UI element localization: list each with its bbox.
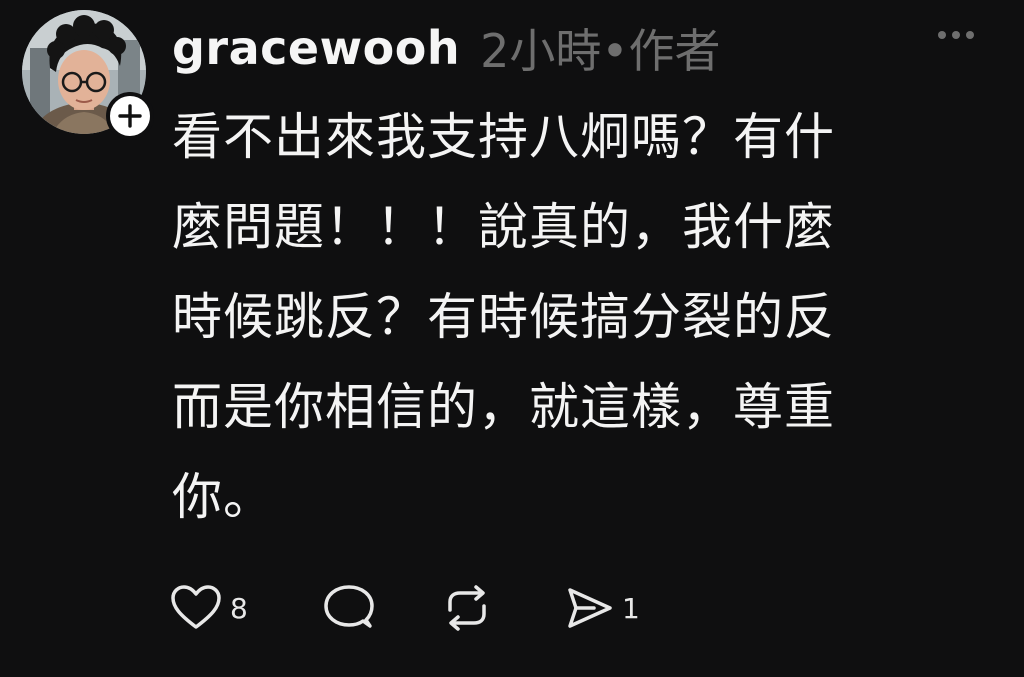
share-count: 1 — [622, 591, 640, 625]
action-bar: 8 1 — [170, 578, 666, 638]
plus-icon — [118, 104, 142, 128]
username[interactable]: gracewooh — [172, 21, 460, 75]
comment-button[interactable] — [324, 584, 442, 632]
post-meta: 2小時•作者 — [480, 15, 720, 81]
meta-separator: • — [601, 24, 629, 78]
follow-button[interactable] — [106, 92, 154, 140]
like-count: 8 — [230, 591, 248, 625]
heart-icon — [171, 585, 221, 629]
post-header: gracewooh 2小時•作者 — [172, 12, 721, 84]
share-button[interactable]: 1 — [566, 586, 666, 630]
send-icon — [568, 588, 612, 628]
comment-bubble-icon — [324, 585, 374, 628]
author-label: 作者 — [628, 24, 721, 78]
post-time: 2小時 — [480, 24, 602, 78]
more-options-button[interactable] — [928, 18, 984, 52]
repost-button[interactable] — [442, 584, 566, 632]
repost-icon — [448, 585, 486, 631]
more-horizontal-icon — [938, 31, 974, 39]
avatar-container — [22, 10, 154, 140]
like-button[interactable]: 8 — [170, 585, 324, 631]
post-body: 看不出來我支持八炯嗎？有什 麼問題！！！說真的，我什麼 時候跳反？有時候搞分裂的… — [172, 108, 835, 526]
thread-post: gracewooh 2小時•作者 看不出來我支持八炯嗎？有什 麼問題！！！說真的… — [0, 0, 1024, 677]
